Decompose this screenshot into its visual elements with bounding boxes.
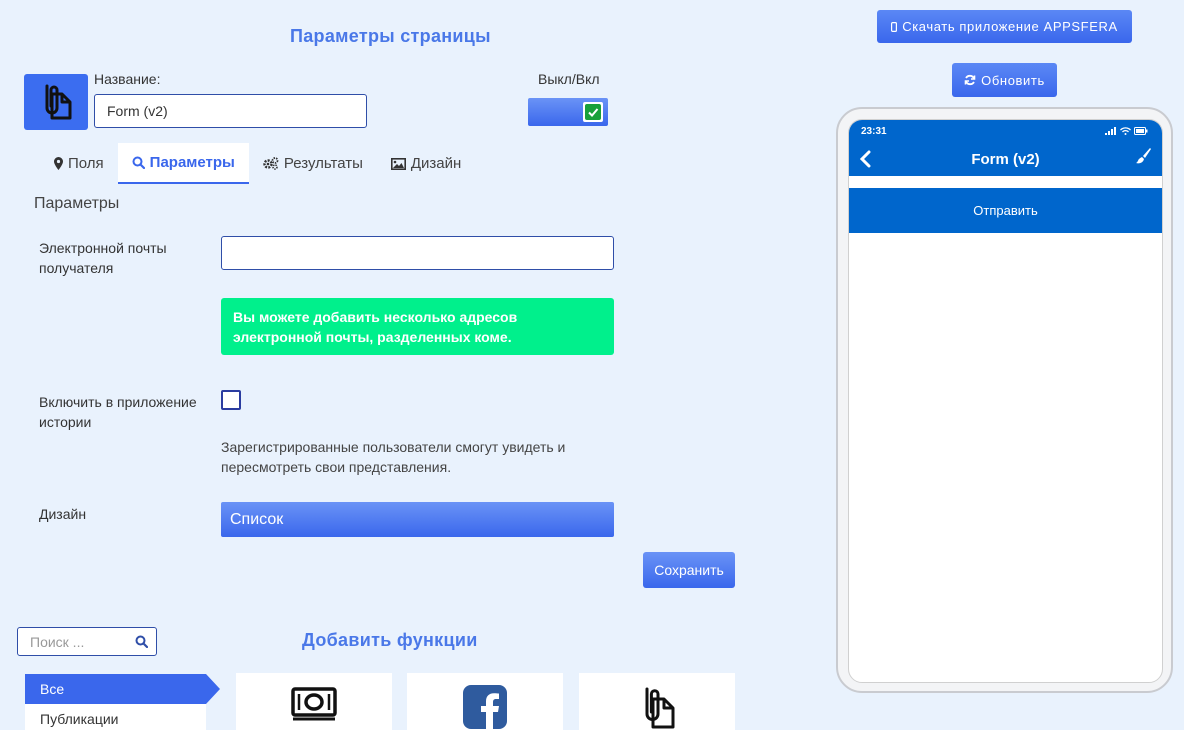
phone-submit-button[interactable]: Отправить	[849, 188, 1162, 233]
tab-results[interactable]: Результаты	[249, 143, 377, 184]
download-app-button[interactable]: Скачать приложение APPSFERA	[877, 10, 1132, 43]
function-card-money[interactable]	[236, 673, 392, 730]
gears-icon	[263, 157, 279, 170]
tab-results-label: Результаты	[283, 155, 363, 172]
phone-screen: 23:31 Form (v2) Отправить	[848, 119, 1163, 683]
mobile-icon	[891, 21, 898, 32]
email-field[interactable]	[221, 236, 614, 270]
page-icon[interactable]	[24, 74, 88, 130]
toggle-label: Выкл/Вкл	[538, 71, 600, 87]
history-note: Зарегистрированные пользователи смогут у…	[221, 439, 566, 475]
paperclip-doc-icon	[645, 687, 675, 729]
category-list: Все Публикации	[25, 674, 220, 730]
phone-title: Form (v2)	[971, 150, 1040, 168]
check-icon	[585, 104, 601, 120]
email-hint: Вы можете добавить несколько адресов эле…	[221, 298, 614, 355]
section-title: Параметры	[34, 195, 120, 212]
function-card-form[interactable]	[579, 673, 735, 730]
refresh-icon	[964, 74, 976, 86]
search-icon[interactable]	[135, 635, 148, 648]
download-app-label: Скачать приложение APPSFERA	[902, 19, 1118, 34]
phone-status-icons	[1105, 127, 1148, 135]
email-label: Электронной почты получателя	[39, 240, 167, 276]
toggle-knob	[583, 102, 603, 122]
name-label: Название:	[94, 71, 161, 87]
name-input[interactable]	[94, 94, 367, 128]
history-label: Включить в приложение истории	[39, 394, 197, 430]
phone-time: 23:31	[861, 125, 887, 137]
search-input[interactable]	[30, 633, 130, 650]
tab-parameters[interactable]: Параметры	[117, 143, 249, 184]
facebook-icon	[463, 685, 507, 729]
wifi-icon	[1120, 127, 1131, 135]
category-publications[interactable]: Публикации	[25, 704, 206, 730]
tab-design[interactable]: Дизайн	[377, 143, 475, 184]
phone-status-bar: 23:31	[849, 120, 1162, 142]
history-checkbox[interactable]	[221, 390, 241, 410]
design-label: Дизайн	[39, 506, 87, 522]
tabs: Поля Параметры Результаты Дизайн	[40, 143, 475, 184]
design-select[interactable]: Список	[221, 502, 614, 537]
phone-nav-bar: Form (v2)	[849, 142, 1162, 176]
page-title: Параметры страницы	[290, 26, 491, 46]
chevron-left-icon[interactable]	[859, 150, 871, 168]
functions-title: Добавить функции	[302, 630, 478, 650]
function-search	[17, 627, 157, 656]
tab-fields-label: Поля	[68, 155, 104, 172]
category-all[interactable]: Все	[25, 674, 220, 704]
map-marker-icon	[54, 157, 63, 170]
search-icon	[132, 156, 145, 169]
battery-icon	[1134, 127, 1148, 135]
refresh-button[interactable]: Обновить	[952, 63, 1057, 97]
paint-brush-icon[interactable]	[1134, 147, 1152, 165]
signal-icon	[1105, 127, 1116, 135]
tab-fields[interactable]: Поля	[40, 143, 118, 184]
refresh-label: Обновить	[981, 72, 1045, 88]
phone-preview: 23:31 Form (v2) Отправить	[836, 107, 1173, 693]
tab-parameters-label: Параметры	[149, 154, 235, 171]
tab-design-label: Дизайн	[410, 155, 462, 172]
money-icon	[291, 687, 337, 721]
paperclip-doc-icon	[45, 84, 72, 120]
save-button[interactable]: Сохранить	[643, 552, 735, 588]
function-card-facebook[interactable]	[407, 673, 563, 730]
enable-toggle[interactable]	[528, 98, 608, 126]
image-icon	[390, 157, 406, 170]
